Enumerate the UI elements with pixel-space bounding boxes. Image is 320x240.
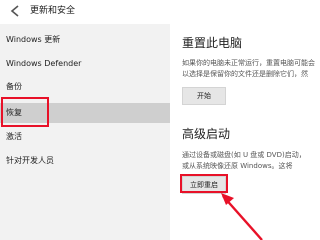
sidebar-item-recovery[interactable]: 恢复 — [0, 103, 170, 123]
reset-pc-description-line-1: 如果你的电脑未正常运行，重置电脑可能会 — [182, 59, 315, 67]
advanced-startup-title: 高级启动 — [182, 127, 231, 141]
back-arrow-icon-svg — [10, 5, 19, 17]
main-content: 重置此电脑 如果你的电脑未正常运行，重置电脑可能会 以选择是保留你的文件还是删除… — [170, 24, 320, 240]
settings-window: 更新和安全 Windows 更新 Windows Defender 备份 恢复 … — [0, 0, 320, 240]
back-arrow-icon[interactable] — [7, 3, 23, 19]
reset-start-button[interactable]: 开始 — [182, 87, 226, 105]
sidebar-item-windows-defender[interactable]: Windows Defender — [0, 54, 170, 74]
reset-pc-description-line-2: 以选择是保留你的文件还是删除它们，然 — [182, 70, 308, 78]
sidebar-item-activation[interactable]: 激活 — [0, 127, 170, 147]
sidebar: Windows 更新 Windows Defender 备份 恢复 激活 针对开… — [0, 24, 170, 240]
sidebar-item-backup[interactable]: 备份 — [0, 77, 170, 97]
sidebar-item-developers[interactable]: 针对开发人员 — [0, 151, 170, 171]
advanced-startup-description-line-1: 通过设备或磁盘(如 U 盘或 DVD)启动， — [182, 151, 306, 159]
advanced-startup-description-line-2: 或从系统映像还原 Windows。这将 — [182, 162, 293, 170]
restart-now-button[interactable]: 立即重启 — [182, 176, 226, 194]
window-title: 更新和安全 — [30, 6, 76, 16]
title-bar: 更新和安全 — [0, 0, 320, 24]
sidebar-item-windows-update[interactable]: Windows 更新 — [0, 30, 170, 50]
reset-pc-title: 重置此电脑 — [182, 36, 243, 50]
